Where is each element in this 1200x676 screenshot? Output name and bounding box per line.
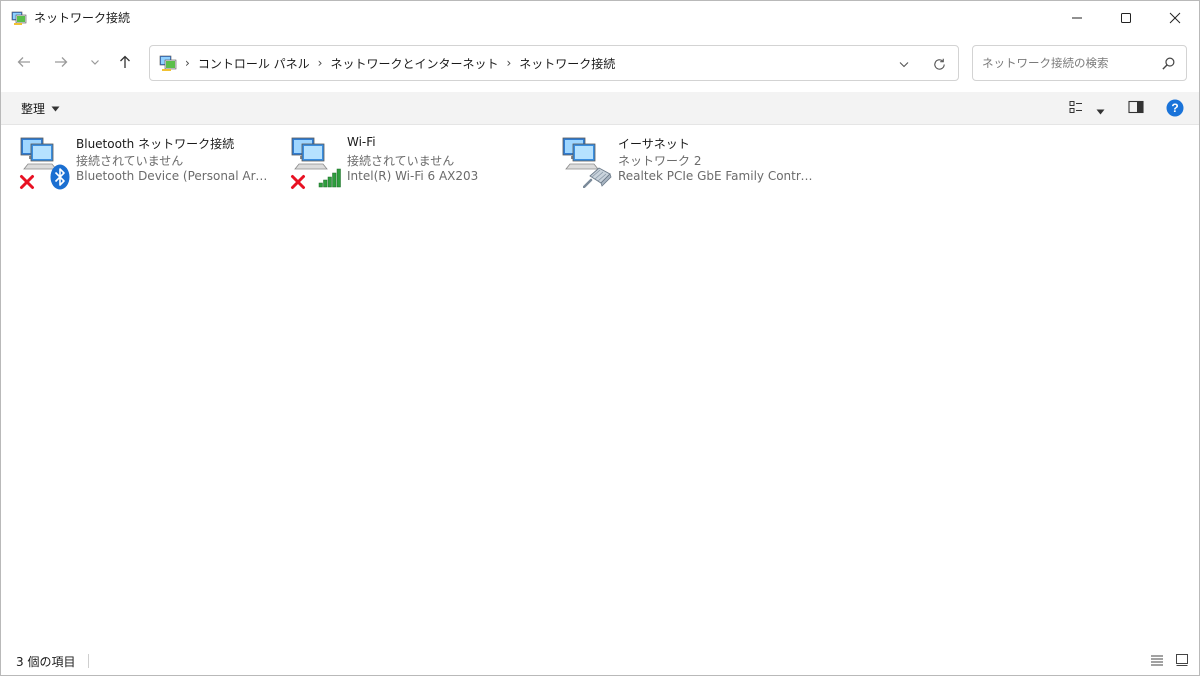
- command-bar: 整理 ?: [1, 92, 1199, 125]
- help-button[interactable]: ?: [1166, 99, 1184, 120]
- large-icons-view-icon: [1176, 654, 1188, 666]
- view-options-icon: [1069, 101, 1082, 113]
- status-bar: 3 個の項目: [1, 645, 1199, 675]
- breadcrumb-separator: ›: [185, 56, 190, 70]
- breadcrumb-separator[interactable]: ›: [318, 56, 323, 70]
- disconnected-x-icon: [291, 175, 305, 189]
- caret-down-icon: [1096, 109, 1105, 115]
- connection-status: ネットワーク 2: [618, 154, 702, 168]
- connection-item-wifi[interactable]: Wi-Fi 接続されていません Intel(R) Wi-Fi 6 AX203: [290, 134, 552, 190]
- window-title: ネットワーク接続: [34, 11, 131, 25]
- network-connections-icon: [11, 11, 27, 25]
- arrow-left-icon: [17, 57, 30, 67]
- caret-down-icon: [51, 106, 60, 111]
- address-history-button[interactable]: [896, 56, 912, 72]
- connection-device: Realtek PCIe GbE Family Controller: [618, 169, 814, 183]
- arrow-up-icon: [120, 55, 130, 68]
- wifi-signal-icon: [318, 168, 341, 188]
- network-adapter-icon: [290, 134, 346, 190]
- organize-label: 整理: [21, 102, 46, 116]
- connection-name: イーサネット: [618, 137, 690, 151]
- chevron-down-icon: [899, 62, 909, 68]
- forward-button[interactable]: [50, 51, 72, 73]
- search-icon[interactable]: [1161, 56, 1176, 71]
- arrow-right-icon: [55, 57, 68, 67]
- up-button[interactable]: [114, 51, 136, 73]
- window-controls: [1052, 1, 1199, 34]
- connection-device: Intel(R) Wi-Fi 6 AX203: [347, 169, 479, 183]
- connection-status: 接続されていません: [347, 154, 455, 168]
- search-input[interactable]: [973, 46, 1153, 80]
- minimize-button[interactable]: [1052, 1, 1101, 34]
- close-icon: [1169, 12, 1180, 23]
- navigation-bar: › コントロール パネル › ネットワークとインターネット › ネットワーク接続: [1, 41, 1199, 83]
- network-adapter-icon: [19, 134, 75, 190]
- title-bar: ネットワーク接続: [1, 1, 1199, 34]
- preview-pane-button[interactable]: [1128, 100, 1144, 117]
- maximize-icon: [1120, 12, 1131, 23]
- chevron-down-icon: [91, 60, 99, 65]
- connection-name: Bluetooth ネットワーク接続: [76, 137, 235, 151]
- disconnected-x-icon: [20, 175, 34, 189]
- help-icon: ?: [1166, 99, 1184, 117]
- connection-device: Bluetooth Device (Personal Area Network): [76, 169, 272, 183]
- back-button[interactable]: [13, 51, 35, 73]
- breadcrumb-network-internet[interactable]: ネットワークとインターネット: [330, 55, 498, 72]
- view-options-dropdown[interactable]: [1096, 104, 1105, 118]
- connection-item-bluetooth[interactable]: Bluetooth ネットワーク接続 接続されていません Bluetooth D…: [19, 134, 281, 190]
- breadcrumb-network-connections[interactable]: ネットワーク接続: [519, 55, 615, 72]
- ethernet-cable-icon: [583, 167, 612, 188]
- details-view-icon: [1151, 655, 1163, 666]
- breadcrumb-control-panel[interactable]: コントロール パネル: [198, 55, 310, 72]
- organize-menu-button[interactable]: 整理: [21, 100, 60, 117]
- close-button[interactable]: [1150, 1, 1199, 34]
- connection-item-ethernet[interactable]: イーサネット ネットワーク 2 Realtek PCIe GbE Family …: [561, 134, 823, 190]
- explorer-window: ネットワーク接続 › コントロール パネル › ネットワークとインターネット ›…: [0, 0, 1200, 676]
- search-box[interactable]: [972, 45, 1187, 81]
- connections-list: Bluetooth ネットワーク接続 接続されていません Bluetooth D…: [1, 126, 1199, 646]
- recent-locations-button[interactable]: [84, 51, 106, 73]
- network-adapter-icon: [561, 134, 617, 190]
- status-divider: [88, 654, 89, 668]
- address-bar[interactable]: › コントロール パネル › ネットワークとインターネット › ネットワーク接続: [149, 45, 959, 81]
- item-count: 3 個の項目: [16, 655, 76, 669]
- control-panel-icon: [159, 55, 177, 71]
- svg-text:?: ?: [1171, 101, 1178, 115]
- maximize-button[interactable]: [1101, 1, 1150, 34]
- refresh-icon: [933, 58, 945, 70]
- large-icons-view-button[interactable]: [1175, 653, 1189, 670]
- breadcrumb-separator[interactable]: ›: [506, 56, 511, 70]
- bluetooth-icon: [50, 164, 70, 190]
- change-view-button[interactable]: [1069, 100, 1083, 117]
- minimize-icon: [1071, 17, 1082, 18]
- details-view-button[interactable]: [1150, 653, 1164, 670]
- connection-name: Wi-Fi: [347, 135, 376, 149]
- refresh-button[interactable]: [930, 55, 948, 73]
- connection-status: 接続されていません: [76, 154, 184, 168]
- preview-pane-icon: [1128, 100, 1144, 114]
